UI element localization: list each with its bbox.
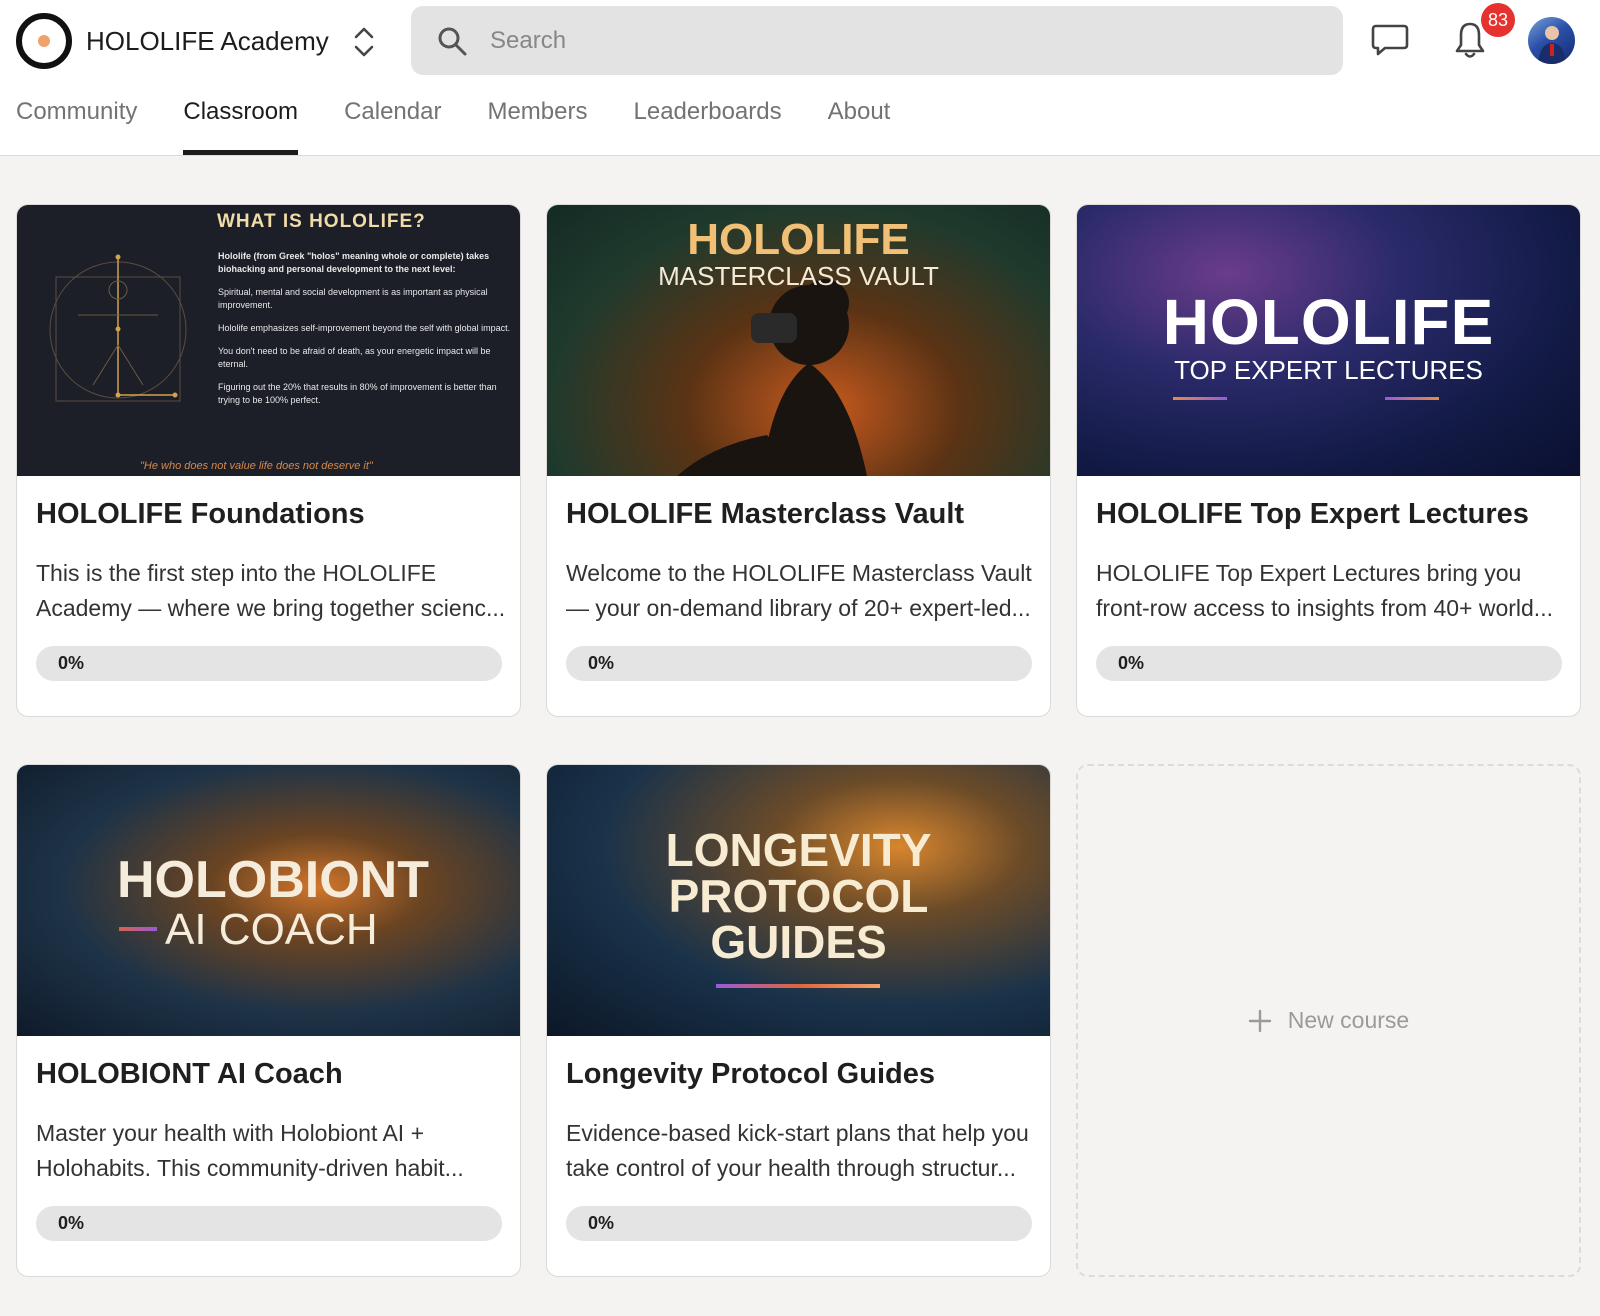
course-card-holobiont-ai-coach[interactable]: HOLOBIONT AI COACH HOLOBIONT AI Coach Ma… [16,764,521,1277]
course-progress-bar: 0% [566,1206,1032,1241]
course-description-line: HOLOLIFE Top Expert Lectures bring you [1096,560,1522,586]
course-progress-label: 0% [1118,653,1145,673]
course-description-line: — your on-demand library of 20+ expert-l… [566,595,1031,621]
cover-decoration [119,927,157,931]
new-course-label: New course [1287,1007,1410,1033]
cover-paragraph: You don't need to be afraid of death, as… [218,346,491,369]
course-progress-bar: 0% [566,646,1032,681]
tab-calendar[interactable]: Calendar [344,92,441,155]
course-cover-image: HOLOBIONT AI COACH [17,765,520,1036]
course-description: Master your health with Holobiont AI + H… [36,1116,508,1186]
cover-title: HOLOBIONT [117,851,429,909]
course-card-foundations[interactable]: WHAT IS HOLOLIFE? Hololife (from Greek "… [16,204,521,717]
tab-about[interactable]: About [828,92,891,155]
cover-text: Hololife (from Greek "holos" meaning who… [218,250,518,417]
course-progress-bar: 0% [36,646,502,681]
course-progress-label: 0% [58,1213,85,1233]
cover-paragraph: Figuring out the 20% that results in 80%… [218,382,497,405]
notification-badge: 83 [1481,3,1515,37]
chevron-up-down-icon[interactable] [350,24,378,60]
course-cover-image: HOLOLIFE TOP EXPERT LECTURES [1077,205,1580,476]
course-description: Welcome to the HOLOLIFE Masterclass Vaul… [566,556,1038,626]
cover-subtitle: AI COACH [165,905,378,954]
search-icon [438,27,467,55]
course-description-line: take control of your health through stru… [566,1155,1017,1181]
course-cover-image: HOLOLIFE MASTERCLASS VAULT [547,205,1050,476]
cover-quote: "He who does not value life does not des… [140,460,373,472]
plus-icon [1248,1009,1271,1032]
course-cover-image: LONGEVITY PROTOCOL GUIDES [547,765,1050,1036]
top-bar: HOLOLIFE Academy 83 Communi [0,0,1600,156]
tab-members[interactable]: Members [487,92,587,155]
course-description-line: Evidence-based kick-start plans that hel… [566,1120,1029,1146]
cover-paragraph: Hololife (from Greek "holos" meaning who… [218,251,490,274]
avatar[interactable] [1528,17,1575,64]
chat-button[interactable] [1366,16,1414,64]
tab-classroom[interactable]: Classroom [183,92,298,155]
cover-decoration [1173,397,1227,400]
brand-name[interactable]: HOLOLIFE Academy [86,26,329,57]
course-card-masterclass-vault[interactable]: HOLOLIFE MASTERCLASS VAULT HOLOLIFE Mast… [546,204,1051,717]
logo-icon[interactable] [16,13,72,69]
course-card-top-expert-lectures[interactable]: HOLOLIFE TOP EXPERT LECTURES HOLOLIFE To… [1076,204,1581,717]
vitruvian-diagram [49,254,187,402]
course-title: HOLOBIONT AI Coach [36,1058,343,1090]
cover-title: HOLOLIFE [687,215,910,264]
course-description-line: This is the first step into the HOLOLIFE [36,560,437,586]
course-description-line: front-row access to insights from 40+ wo… [1096,595,1553,621]
tab-community[interactable]: Community [16,92,137,155]
course-description: HOLOLIFE Top Expert Lectures bring you f… [1096,556,1568,626]
course-cover-image: WHAT IS HOLOLIFE? Hololife (from Greek "… [17,205,520,476]
search-input[interactable] [490,26,1310,55]
cover-title-line: GUIDES [710,916,887,968]
course-description: This is the first step into the HOLOLIFE… [36,556,508,626]
course-title: Longevity Protocol Guides [566,1058,935,1090]
course-progress-label: 0% [58,653,85,673]
course-progress-label: 0% [588,1213,615,1233]
nav-tabs: Community Classroom Calendar Members Lea… [16,92,936,155]
course-description-line: Welcome to the HOLOLIFE Masterclass Vaul… [566,560,1032,586]
cover-decoration [716,984,880,988]
course-description: Evidence-based kick-start plans that hel… [566,1116,1038,1186]
tab-leaderboards[interactable]: Leaderboards [634,92,782,155]
course-progress-bar: 0% [36,1206,502,1241]
course-title: HOLOLIFE Masterclass Vault [566,498,965,530]
cover-decoration [1385,397,1439,400]
new-course-button[interactable]: New course [1076,764,1581,1277]
cover-subtitle: TOP EXPERT LECTURES [1174,355,1483,385]
cover-paragraph: Spiritual, mental and social development… [218,287,488,310]
cover-subtitle: MASTERCLASS VAULT [658,261,939,291]
new-course-content: New course [1248,1007,1409,1034]
cover-paragraph: Hololife emphasizes self-improvement bey… [218,323,511,333]
course-progress-label: 0% [588,653,615,673]
course-title: HOLOLIFE Top Expert Lectures [1096,498,1529,530]
search-bar[interactable] [411,6,1343,75]
chat-icon [1371,24,1409,56]
course-description-line: Holohabits. This community-driven habit.… [36,1155,464,1181]
cover-heading: WHAT IS HOLOLIFE? [217,211,426,232]
cover-title-line: LONGEVITY [665,824,932,876]
brand[interactable]: HOLOLIFE Academy [16,13,329,69]
course-card-longevity-protocol-guides[interactable]: LONGEVITY PROTOCOL GUIDES Longevity Prot… [546,764,1051,1277]
cover-title: HOLOLIFE [1162,286,1495,358]
course-description-line: Master your health with Holobiont AI + [36,1120,425,1146]
course-description-line: Academy — where we bring together scienc… [36,595,506,621]
cover-title-line: PROTOCOL [668,870,929,922]
course-progress-bar: 0% [1096,646,1562,681]
course-title: HOLOLIFE Foundations [36,498,365,530]
